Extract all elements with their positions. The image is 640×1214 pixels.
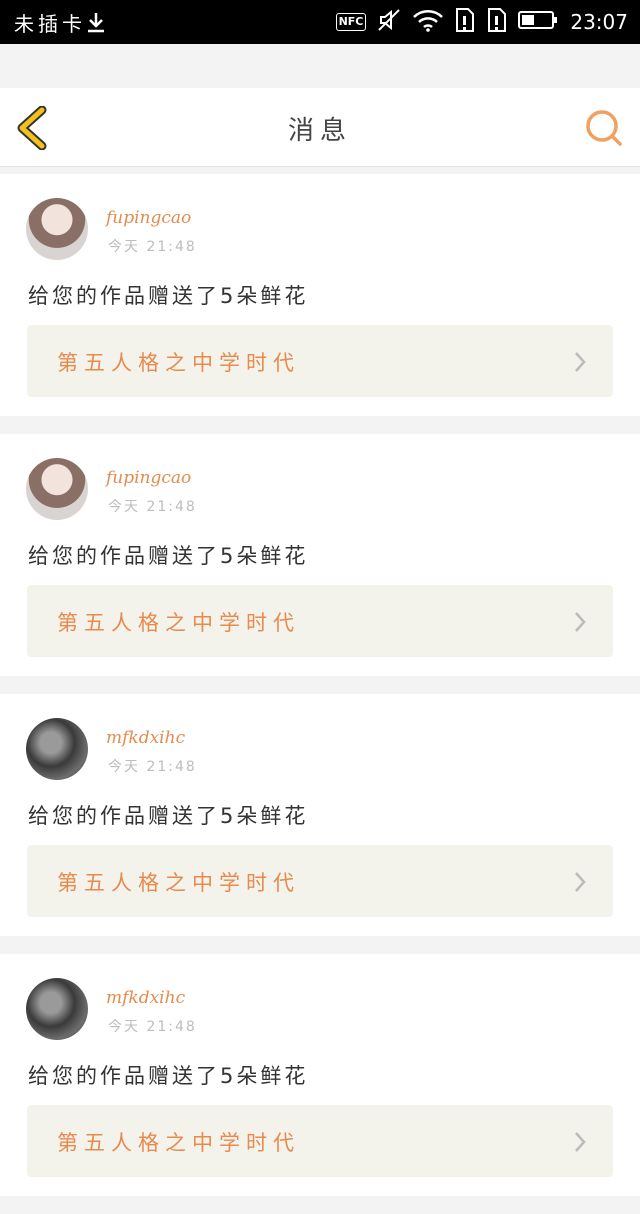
username[interactable]: mfkdxihc <box>106 728 185 748</box>
timestamp: 今天 21:48 <box>108 239 197 255</box>
notification-card: mfkdxihc 今天 21:48 给您的作品赠送了5朵鲜花 第五人格之中学时代 <box>0 694 640 936</box>
timestamp: 今天 21:48 <box>108 1019 197 1035</box>
message-text: 给您的作品赠送了5朵鲜花 <box>28 804 309 828</box>
work-title: 第五人格之中学时代 <box>57 871 300 895</box>
work-title: 第五人格之中学时代 <box>57 351 300 375</box>
battery-icon <box>518 10 558 34</box>
avatar[interactable] <box>26 978 88 1040</box>
username[interactable]: fupingcao <box>106 208 191 228</box>
notification-card: fupingcao 今天 21:48 给您的作品赠送了5朵鲜花 第五人格之中学时… <box>0 434 640 676</box>
status-icons: NFC 23:07 <box>335 0 628 44</box>
timestamp: 今天 21:48 <box>108 499 197 515</box>
sim-icon <box>454 7 476 37</box>
nav-bar: 消息 <box>0 88 640 167</box>
search-button[interactable] <box>584 108 624 148</box>
download-icon <box>86 11 106 37</box>
nfc-icon: NFC <box>335 13 367 31</box>
message-text: 给您的作品赠送了5朵鲜花 <box>28 1064 309 1088</box>
chevron-right-icon <box>575 612 586 632</box>
wifi-icon <box>412 8 444 36</box>
work-link[interactable]: 第五人格之中学时代 <box>27 325 613 397</box>
work-link[interactable]: 第五人格之中学时代 <box>27 585 613 657</box>
chevron-right-icon <box>575 352 586 372</box>
notification-card: mfkdxihc 今天 21:48 给您的作品赠送了5朵鲜花 第五人格之中学时代 <box>0 954 640 1196</box>
work-link[interactable]: 第五人格之中学时代 <box>27 1105 613 1177</box>
avatar[interactable] <box>26 458 88 520</box>
chevron-right-icon <box>575 872 586 892</box>
clock: 23:07 <box>570 10 628 34</box>
timestamp: 今天 21:48 <box>108 759 197 775</box>
avatar[interactable] <box>26 198 88 260</box>
chevron-right-icon <box>575 1132 586 1152</box>
mute-icon <box>376 8 402 36</box>
username[interactable]: fupingcao <box>106 468 191 488</box>
work-title: 第五人格之中学时代 <box>57 611 300 635</box>
notification-card: fupingcao 今天 21:48 给您的作品赠送了5朵鲜花 第五人格之中学时… <box>0 174 640 416</box>
search-icon <box>586 110 622 146</box>
notification-list: fupingcao 今天 21:48 给您的作品赠送了5朵鲜花 第五人格之中学时… <box>0 174 640 1214</box>
work-title: 第五人格之中学时代 <box>57 1131 300 1155</box>
avatar[interactable] <box>26 718 88 780</box>
message-text: 给您的作品赠送了5朵鲜花 <box>28 284 309 308</box>
carrier-label: 未插卡 <box>14 12 86 36</box>
work-link[interactable]: 第五人格之中学时代 <box>27 845 613 917</box>
page-title: 消息 <box>287 116 352 146</box>
status-bar: 未插卡 NFC 23:07 <box>0 0 640 44</box>
username[interactable]: mfkdxihc <box>106 988 185 1008</box>
message-text: 给您的作品赠送了5朵鲜花 <box>28 544 309 568</box>
sim2-icon <box>486 7 508 37</box>
